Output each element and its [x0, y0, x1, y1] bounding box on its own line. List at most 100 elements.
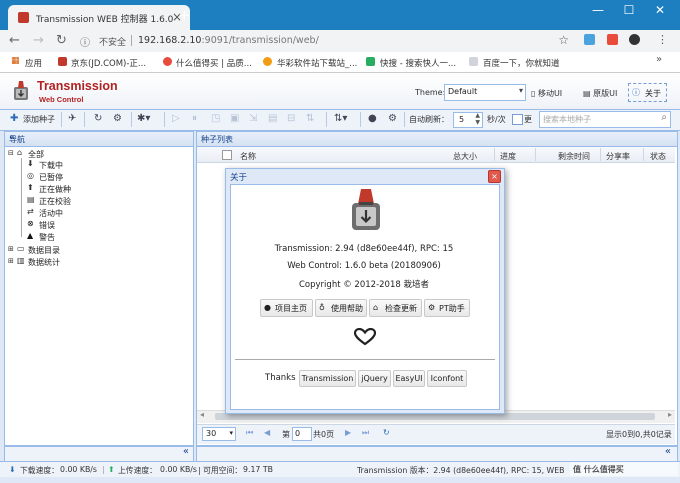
extension-icon[interactable]	[607, 34, 618, 45]
bookmark-huacai[interactable]: 华彩软件站下载站_...	[277, 57, 357, 69]
mobile-ui-link[interactable]: ▯ 移动UI	[531, 88, 562, 99]
reload-icon[interactable]: ↻	[56, 33, 67, 48]
queue-icon[interactable]: ⇅	[306, 113, 314, 124]
browser-tab[interactable]: Transmission WEB 控制器 1.6.0 ×	[8, 5, 190, 30]
expand-up-icon[interactable]: «	[665, 446, 671, 457]
back-icon[interactable]: ←	[9, 33, 20, 48]
sort-icon[interactable]: ⇅▾	[334, 113, 347, 124]
column-name[interactable]: 名称	[240, 151, 256, 162]
nav-panel-header: 导航 «	[5, 132, 193, 147]
close-icon[interactable]: ×	[488, 170, 501, 183]
tree-collapse-icon[interactable]: ⊟	[8, 149, 14, 157]
nav-item-paused[interactable]: 已暂停	[39, 172, 63, 183]
project-home-label: 项目主页	[275, 304, 307, 313]
recheck-icon[interactable]: ◳	[211, 113, 220, 124]
page-number-input[interactable]: 0	[292, 427, 312, 441]
tree-expand-icon[interactable]: ⊞	[8, 245, 14, 253]
start-all-icon[interactable]: ✈	[68, 113, 76, 124]
prev-page-icon[interactable]: ◀	[264, 428, 270, 437]
nav-item-downloading[interactable]: 下载中	[39, 160, 63, 171]
new-tab-icon[interactable]: +	[178, 6, 191, 24]
column-ratio[interactable]: 分享率	[606, 151, 630, 162]
bookmark-baidu[interactable]: 百度一下，你就知道	[483, 57, 560, 69]
project-home-button[interactable]: ● 项目主页	[260, 299, 313, 317]
download-speed-value: 0.00 KB/s	[60, 465, 97, 474]
collapse-icon[interactable]: «	[9, 132, 189, 143]
chrome-menu-icon[interactable]: ⋮	[657, 33, 668, 46]
settings-icon[interactable]: ⚙	[388, 113, 397, 124]
column-size[interactable]: 总大小	[453, 151, 477, 162]
original-ui-link[interactable]: ▤ 原版UI	[583, 88, 617, 99]
refresh-icon[interactable]: ↻	[383, 428, 390, 437]
checkbox[interactable]	[512, 114, 523, 125]
info-icon[interactable]: ⓘ	[80, 34, 90, 49]
thanks-iconfont-button[interactable]: Iconfont	[427, 370, 467, 387]
remove-icon[interactable]: ⊟	[287, 113, 295, 124]
search-icon[interactable]: ⌕	[661, 112, 667, 123]
close-window-icon[interactable]: ✕	[650, 3, 670, 17]
last-page-icon[interactable]: ⏭	[362, 428, 369, 438]
scroll-thumb[interactable]	[215, 413, 655, 420]
omnibox[interactable]: ⓘ 不安全 192.168.2.10:9091/transmission/web…	[76, 32, 573, 49]
extension-icon[interactable]	[584, 34, 595, 45]
minimize-icon[interactable]: —	[588, 3, 608, 17]
nav-item-seeding[interactable]: 正在做种	[39, 184, 71, 195]
select-all-checkbox[interactable]	[222, 150, 232, 160]
list-title: 种子列表	[201, 135, 233, 144]
bookmark-jd[interactable]: 京东(JD.COM)-正...	[71, 57, 146, 69]
tools-icon[interactable]: ✱▾	[137, 113, 150, 124]
settings-icon[interactable]: ⚙	[113, 113, 122, 124]
column-status[interactable]: 状态	[650, 151, 666, 162]
home-icon: ⌂	[17, 148, 23, 157]
maximize-icon[interactable]: ☐	[619, 3, 639, 17]
check-update-button[interactable]: ⌂ 检查更新	[369, 299, 422, 317]
column-progress[interactable]: 进度	[500, 151, 516, 162]
bookmark-kuaisou[interactable]: 快搜 - 搜索快人一...	[380, 57, 456, 69]
column-remaining[interactable]: 剩余时间	[558, 151, 590, 162]
thanks-transmission-button[interactable]: Transmission	[299, 370, 356, 387]
nav-item-active[interactable]: 活动中	[39, 208, 63, 219]
refresh-interval-spinner[interactable]: 5 ▲ ▼	[453, 112, 483, 128]
nav-item-statistics[interactable]: 数据统计	[28, 257, 60, 268]
about-button[interactable]: ⓘ 关于	[628, 83, 667, 102]
search-input[interactable]: 搜索本地种子 ⌕	[539, 111, 671, 128]
trash-icon[interactable]: ▣	[230, 113, 239, 124]
apps-grid-icon[interactable]: ▦	[11, 56, 20, 66]
insecure-label: 不安全	[99, 38, 127, 48]
more-bookmarks-icon[interactable]: »	[656, 54, 662, 65]
bookmark-star-icon[interactable]: ☆	[558, 33, 569, 47]
next-page-icon[interactable]: ▶	[345, 428, 351, 437]
tree-expand-icon[interactable]: ⊞	[8, 257, 14, 265]
profile-avatar[interactable]	[629, 34, 640, 45]
toolbar-separator	[84, 112, 85, 127]
thanks-jquery-button[interactable]: jQuery	[358, 370, 391, 387]
bookmark-apps[interactable]: 应用	[25, 57, 42, 69]
nav-item-warning[interactable]: 警告	[39, 232, 55, 243]
move-icon[interactable]: ⇲	[249, 113, 257, 124]
start-icon[interactable]: ▷	[172, 113, 180, 124]
stop-all-icon[interactable]: ●	[368, 113, 377, 124]
chevron-down-icon: ▾	[229, 429, 233, 437]
upload-speed-value: 0.00 KB/s	[160, 465, 197, 474]
nav-item-error[interactable]: 错误	[39, 220, 55, 231]
page-size-select[interactable]: 30 ▾	[202, 427, 236, 441]
scroll-right-icon[interactable]: ▸	[668, 410, 672, 419]
bookmark-smzdm[interactable]: 什么值得买 | 品质...	[176, 57, 252, 69]
first-page-icon[interactable]: ⏮	[246, 428, 253, 438]
scroll-left-icon[interactable]: ◂	[200, 410, 204, 419]
rename-icon[interactable]: ▤	[268, 113, 277, 124]
pt-helper-button[interactable]: ⚙ PT助手	[424, 299, 470, 317]
pause-icon[interactable]: ⏸	[192, 113, 197, 124]
expand-up-icon[interactable]: «	[183, 446, 189, 457]
free-space-label: | 可用空间：	[198, 466, 243, 475]
help-button[interactable]: ♁ 使用帮助	[315, 299, 367, 317]
forward-icon[interactable]: →	[33, 33, 44, 48]
nav-item-checking[interactable]: 正在校验	[39, 196, 71, 207]
url-text[interactable]: 192.168.2.10:9091/transmission/web/	[138, 35, 319, 46]
nav-item-data-dirs[interactable]: 数据目录	[28, 245, 60, 256]
refresh-icon[interactable]: ↻	[94, 113, 102, 124]
thanks-easyui-button[interactable]: EasyUI	[393, 370, 425, 387]
add-torrent-button[interactable]: 添加种子	[23, 114, 55, 125]
spinner-arrows-icon[interactable]: ▲ ▼	[475, 112, 480, 126]
theme-select[interactable]: Default ▾	[444, 84, 526, 101]
